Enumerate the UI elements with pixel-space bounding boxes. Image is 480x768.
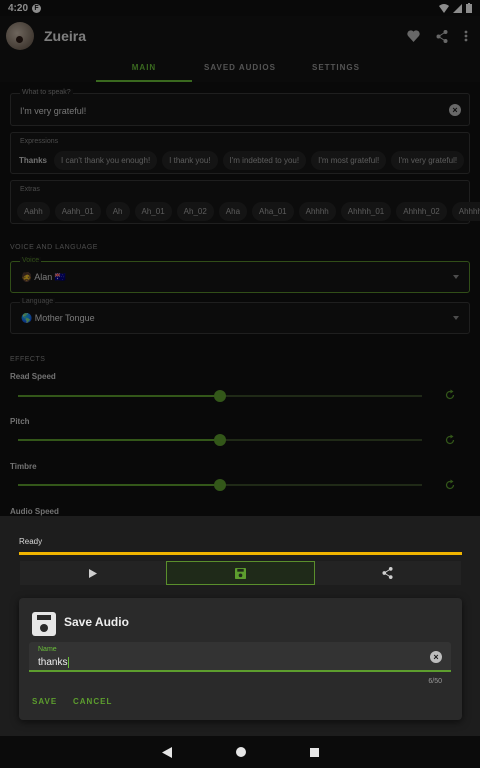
back-icon[interactable]: [161, 746, 172, 758]
cancel-button[interactable]: CANCEL: [73, 697, 112, 706]
share-button[interactable]: [314, 561, 461, 585]
home-icon[interactable]: [235, 747, 246, 757]
recents-icon[interactable]: [309, 747, 319, 757]
clear-icon[interactable]: ×: [430, 651, 442, 663]
player-sheet: Ready Save Audio Name thanks × 6/50 SAVE…: [0, 516, 480, 736]
play-button[interactable]: [20, 561, 167, 585]
player-controls: [20, 561, 461, 585]
play-icon: [89, 568, 98, 578]
name-input[interactable]: thanks: [38, 657, 69, 668]
name-label: Name: [38, 646, 57, 653]
save-button[interactable]: SAVE: [32, 697, 57, 706]
save-icon: [234, 567, 246, 579]
system-nav-bar: [0, 736, 480, 768]
save-audio-dialog: Save Audio Name thanks × 6/50 SAVE CANCE…: [19, 598, 462, 720]
scrim[interactable]: [0, 0, 480, 516]
progress-fill: [19, 552, 462, 555]
floppy-disk-icon: [32, 612, 56, 636]
dialog-title: Save Audio: [64, 615, 129, 629]
share-icon: [382, 567, 393, 579]
char-counter: 6/50: [428, 678, 442, 685]
save-audio-button[interactable]: [166, 561, 315, 585]
player-status: Ready: [19, 537, 43, 546]
name-field[interactable]: Name thanks ×: [29, 642, 451, 672]
progress-bar: [19, 552, 462, 555]
